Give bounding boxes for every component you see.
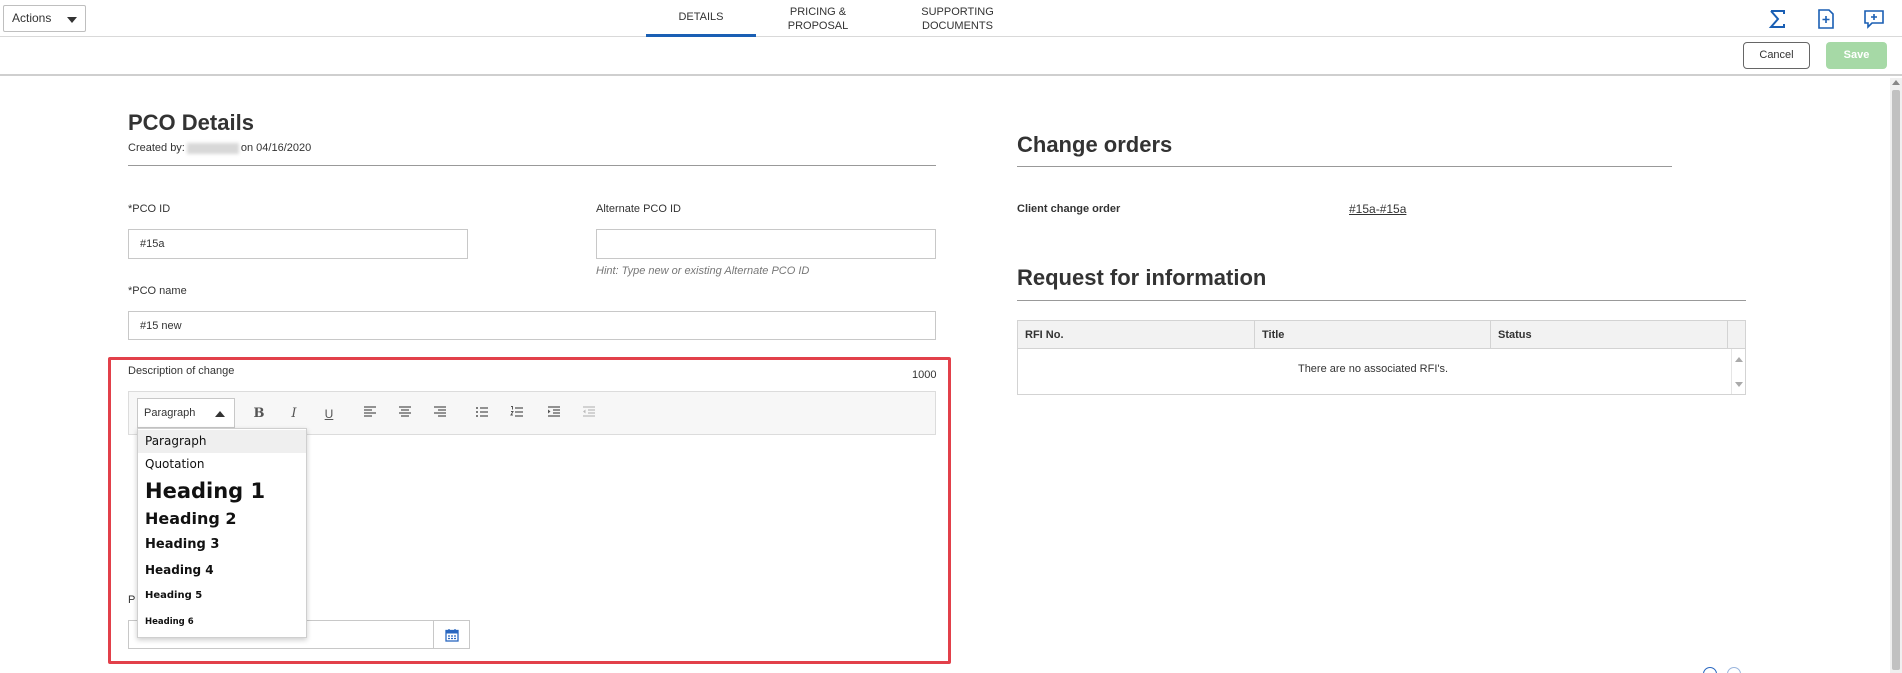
format-option-quotation[interactable]: Quotation	[138, 454, 306, 475]
char-limit: 1000	[912, 369, 937, 381]
actions-label: Actions	[12, 11, 52, 25]
action-bar: Cancel Save	[0, 37, 1902, 76]
pagination-dot-icon[interactable]	[1727, 667, 1741, 673]
column-header-status[interactable]: Status	[1491, 321, 1728, 349]
bold-icon[interactable]: B	[250, 405, 268, 423]
underline-icon[interactable]: U	[320, 405, 338, 423]
description-label: Description of change	[128, 365, 235, 377]
align-left-icon[interactable]	[363, 405, 381, 423]
scroll-up-icon[interactable]	[1892, 80, 1900, 85]
client-change-order-link[interactable]: #15a-#15a	[1349, 202, 1406, 216]
empty-state-message: There are no associated RFI's.	[1297, 363, 1449, 375]
pagination-dot-icon[interactable]	[1703, 667, 1717, 673]
format-option-heading-2[interactable]: Heading 2	[138, 507, 306, 531]
column-header-rfi-no[interactable]: RFI No.	[1018, 321, 1255, 349]
pco-id-input[interactable]: #15a	[128, 229, 468, 259]
pco-id-value: #15a	[140, 238, 165, 250]
rfi-title: Request for information	[1017, 265, 1267, 290]
align-right-icon[interactable]	[433, 405, 451, 423]
indent-icon[interactable]	[547, 405, 565, 423]
format-option-heading-1[interactable]: Heading 1	[138, 477, 306, 505]
alt-pco-id-hint: Hint: Type new or existing Alternate PCO…	[596, 265, 810, 277]
outdent-icon[interactable]	[582, 405, 600, 423]
table-header: RFI No. Title Status	[1018, 321, 1745, 349]
tab-pricing-label: PRICING & PROPOSAL	[787, 5, 849, 32]
format-option-paragraph[interactable]: Paragraph	[138, 430, 306, 453]
tab-supporting-label: SUPPORTING DOCUMENTS	[921, 5, 994, 32]
rfi-table: RFI No. Title Status There are no associ…	[1017, 320, 1746, 395]
scrollbar-thumb[interactable]	[1892, 90, 1900, 670]
pco-id-label: *PCO ID	[128, 203, 171, 215]
format-selected-label: Paragraph	[144, 407, 196, 419]
add-comment-icon[interactable]	[1863, 8, 1885, 30]
actions-dropdown[interactable]: Actions	[3, 5, 86, 32]
format-option-heading-3[interactable]: Heading 3	[138, 534, 306, 556]
italic-icon[interactable]: I	[285, 405, 303, 423]
divider	[1017, 300, 1746, 301]
created-info: Created by: on 04/16/2020	[128, 142, 311, 154]
column-header-title[interactable]: Title	[1255, 321, 1491, 349]
page-title: PCO Details	[128, 110, 254, 135]
client-change-order-label: Client change order	[1017, 203, 1121, 215]
scroll-up-icon[interactable]	[1735, 357, 1743, 362]
tab-pricing-proposal[interactable]: PRICING & PROPOSAL	[768, 0, 868, 37]
created-suffix: on 04/16/2020	[240, 142, 312, 154]
cancel-button[interactable]: Cancel	[1743, 42, 1810, 69]
divider	[1017, 166, 1672, 167]
calendar-icon[interactable]	[433, 621, 469, 648]
format-option-heading-5[interactable]: Heading 5	[138, 586, 306, 606]
change-orders-title: Change orders	[1017, 132, 1173, 157]
chevron-down-icon	[67, 17, 77, 23]
redacted-name	[186, 142, 239, 154]
page-scrollbar[interactable]	[1890, 78, 1902, 673]
divider	[128, 165, 936, 166]
tab-supporting-documents[interactable]: SUPPORTING DOCUMENTS	[905, 0, 1010, 37]
table-scrollbar[interactable]	[1731, 349, 1745, 394]
pco-name-value: #15 new	[140, 319, 182, 332]
pco-name-label: *PCO name	[128, 285, 187, 297]
add-document-icon[interactable]	[1815, 8, 1837, 30]
numbered-list-icon[interactable]	[510, 405, 528, 423]
align-center-icon[interactable]	[398, 405, 416, 423]
alt-pco-id-input[interactable]	[596, 229, 936, 259]
alt-pco-id-label: Alternate PCO ID	[596, 203, 681, 215]
sigma-icon[interactable]	[1767, 8, 1789, 30]
chevron-up-icon	[215, 411, 225, 417]
format-option-heading-6[interactable]: Heading 6	[138, 612, 306, 632]
save-button[interactable]: Save	[1826, 42, 1887, 69]
bullet-list-icon[interactable]	[475, 405, 493, 423]
tab-details[interactable]: DETAILS	[646, 0, 756, 37]
scroll-down-icon[interactable]	[1735, 382, 1743, 387]
format-select[interactable]: Paragraph	[137, 398, 235, 428]
tab-details-label: DETAILS	[678, 11, 724, 23]
pco-name-input[interactable]: #15 new	[128, 311, 936, 340]
created-prefix: Created by:	[128, 142, 185, 154]
top-toolbar: Actions DETAILS PRICING & PROPOSAL SUPPO…	[0, 0, 1902, 37]
format-dropdown-menu: Paragraph Quotation Heading 1 Heading 2 …	[137, 428, 307, 638]
hidden-field-label: P	[128, 594, 136, 606]
format-option-heading-4[interactable]: Heading 4	[138, 560, 306, 580]
